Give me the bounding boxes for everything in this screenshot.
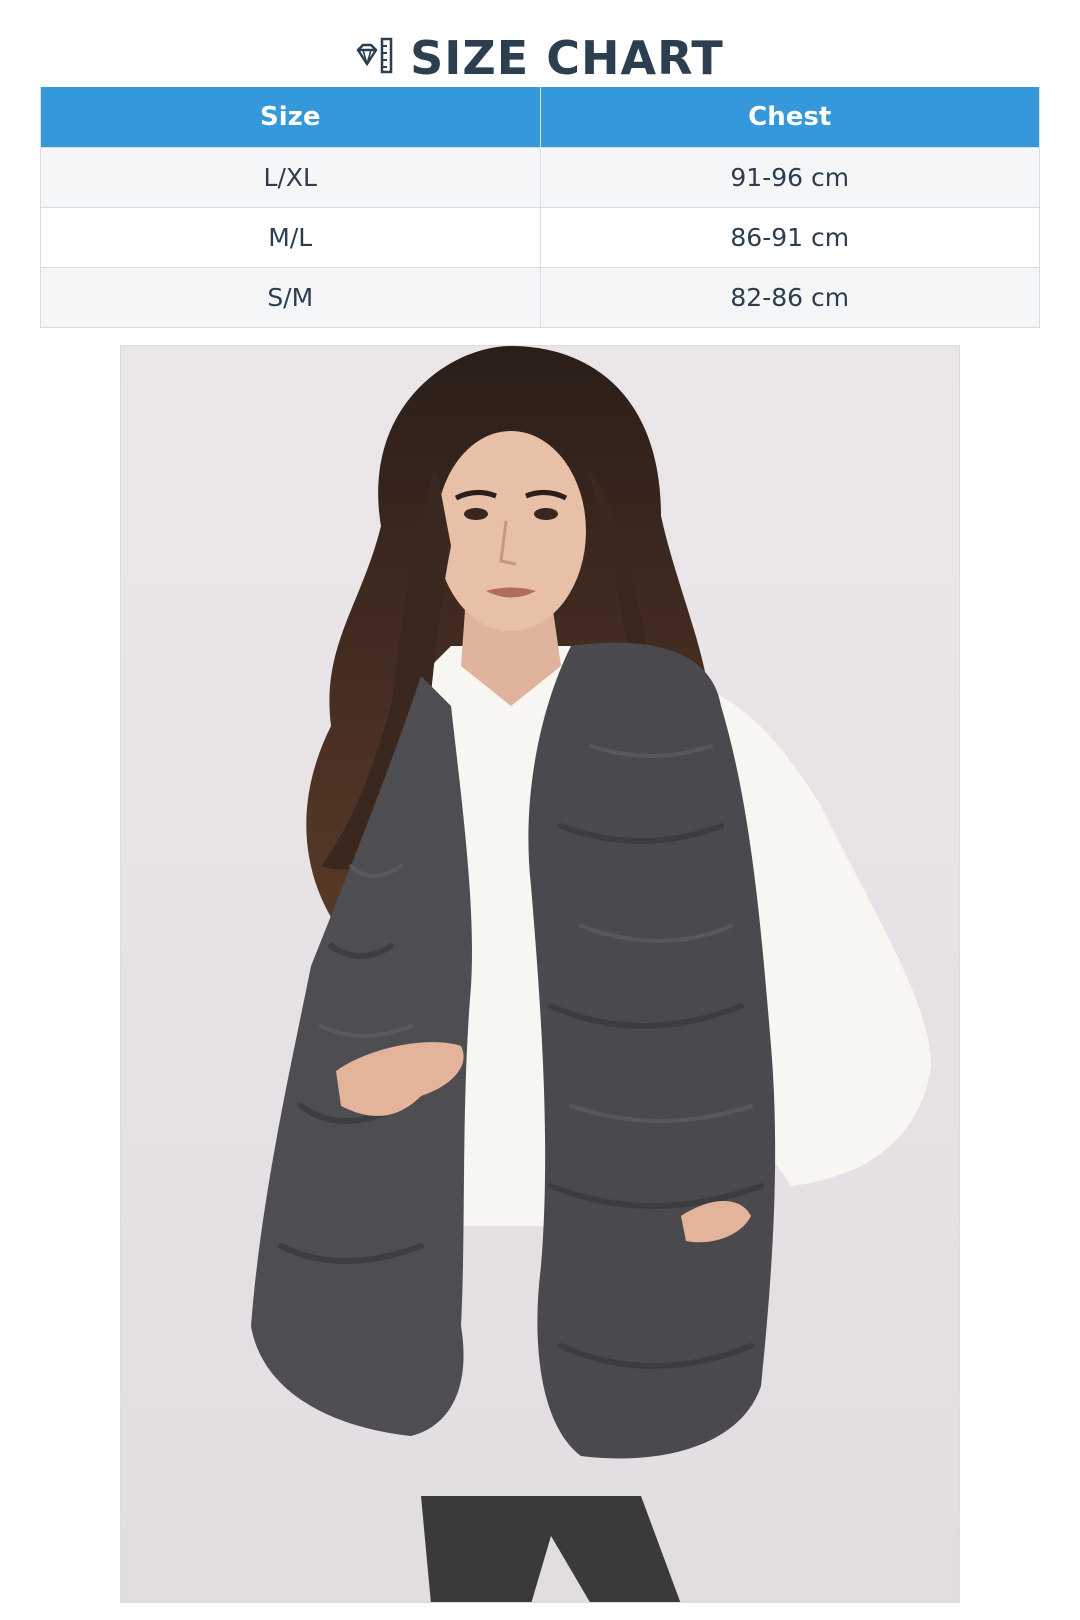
title-text: SIZE CHART (410, 31, 724, 85)
table-row: L/XL 91-96 cm (40, 146, 1040, 208)
size-cell: S/M (40, 266, 541, 328)
size-table: Size Chest L/XL 91-96 cm M/L 86-91 cm S/… (40, 87, 1040, 328)
diamond-ruler-icon (356, 36, 396, 80)
product-photo (120, 345, 960, 1603)
chest-cell: 91-96 cm (539, 146, 1040, 208)
column-header-size: Size (40, 87, 541, 148)
chest-cell: 86-91 cm (539, 206, 1040, 268)
table-header-row: Size Chest (40, 87, 1040, 148)
size-chart-page: SIZE CHART Size Chest L/XL 91-96 cm M/L … (0, 0, 1080, 1620)
table-row: S/M 82-86 cm (40, 266, 1040, 328)
table-row: M/L 86-91 cm (40, 206, 1040, 268)
page-title: SIZE CHART (0, 28, 1080, 88)
size-cell: M/L (40, 206, 541, 268)
size-cell: L/XL (40, 146, 541, 208)
column-header-chest: Chest (539, 87, 1040, 148)
chest-cell: 82-86 cm (539, 266, 1040, 328)
